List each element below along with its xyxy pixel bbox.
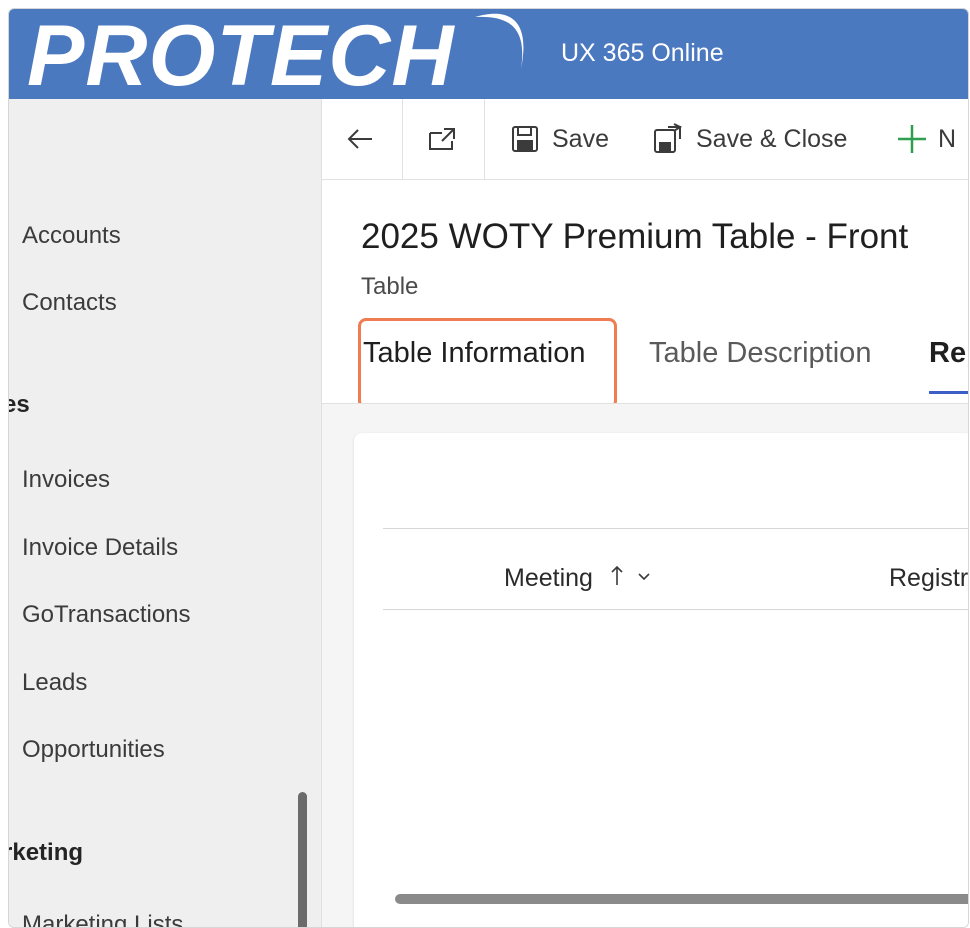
save-icon xyxy=(512,126,538,152)
column-header-registration[interactable]: Registr xyxy=(889,564,968,593)
app-window: PROTECH UX 365 Online Accounts Contacts … xyxy=(8,8,969,928)
sidebar-item-contacts[interactable]: Contacts xyxy=(22,289,117,317)
back-button[interactable] xyxy=(344,99,404,179)
subgrid-card xyxy=(354,433,968,927)
command-bar: Save Save & Close N xyxy=(322,99,968,180)
open-in-new-window-icon xyxy=(429,128,455,150)
app-title[interactable]: UX 365 Online xyxy=(561,39,724,68)
app-header: PROTECH UX 365 Online xyxy=(9,8,968,104)
grid-horizontal-scrollbar[interactable] xyxy=(395,894,968,904)
record-entity-type: Table xyxy=(361,273,419,300)
sidebar-scrollbar[interactable] xyxy=(298,792,307,927)
sidebar-group-sales: es xyxy=(9,391,30,418)
open-in-new-window-button[interactable] xyxy=(426,99,476,179)
sidebar-item-leads[interactable]: Leads xyxy=(22,669,87,697)
active-tab-indicator xyxy=(929,391,968,394)
save-and-close-button[interactable]: Save & Close xyxy=(652,99,872,179)
plus-icon xyxy=(898,125,926,153)
highlight-annotation xyxy=(358,318,617,409)
chevron-down-icon xyxy=(638,573,650,581)
new-button[interactable]: N xyxy=(896,99,968,179)
back-arrow-icon xyxy=(347,129,372,149)
command-separator xyxy=(484,99,485,179)
column-header-label: Meeting xyxy=(504,564,593,592)
sidebar-item-opportunities[interactable]: Opportunities xyxy=(22,736,165,764)
sidebar: Accounts Contacts es Invoices Invoice De… xyxy=(9,99,322,927)
protech-logo: PROTECH xyxy=(27,8,455,104)
save-button[interactable]: Save xyxy=(510,99,620,179)
save-label: Save xyxy=(552,124,609,153)
sidebar-item-gotransactions[interactable]: GoTransactions xyxy=(22,601,191,629)
command-separator xyxy=(402,99,403,179)
column-header-meeting[interactable]: Meeting xyxy=(504,564,651,593)
sidebar-item-invoices[interactable]: Invoices xyxy=(22,466,110,494)
sidebar-item-invoice-details[interactable]: Invoice Details xyxy=(22,534,178,562)
sidebar-item-marketing-lists[interactable]: Marketing Lists xyxy=(22,911,183,927)
record-title: 2025 WOTY Premium Table - Front xyxy=(361,217,909,256)
new-label: N xyxy=(938,124,957,153)
tab-related[interactable]: Re xyxy=(929,337,966,370)
save-and-close-label: Save & Close xyxy=(696,124,848,153)
grid-header-top-border xyxy=(383,528,968,529)
sidebar-item-accounts[interactable]: Accounts xyxy=(22,222,121,250)
sidebar-group-marketing: rketing xyxy=(9,839,84,866)
save-and-close-icon xyxy=(654,123,682,153)
tab-table-description[interactable]: Table Description xyxy=(649,337,871,370)
grid-header-bottom-border xyxy=(383,609,968,610)
logo-swoosh-icon xyxy=(475,13,524,69)
sort-ascending-icon xyxy=(611,565,623,585)
